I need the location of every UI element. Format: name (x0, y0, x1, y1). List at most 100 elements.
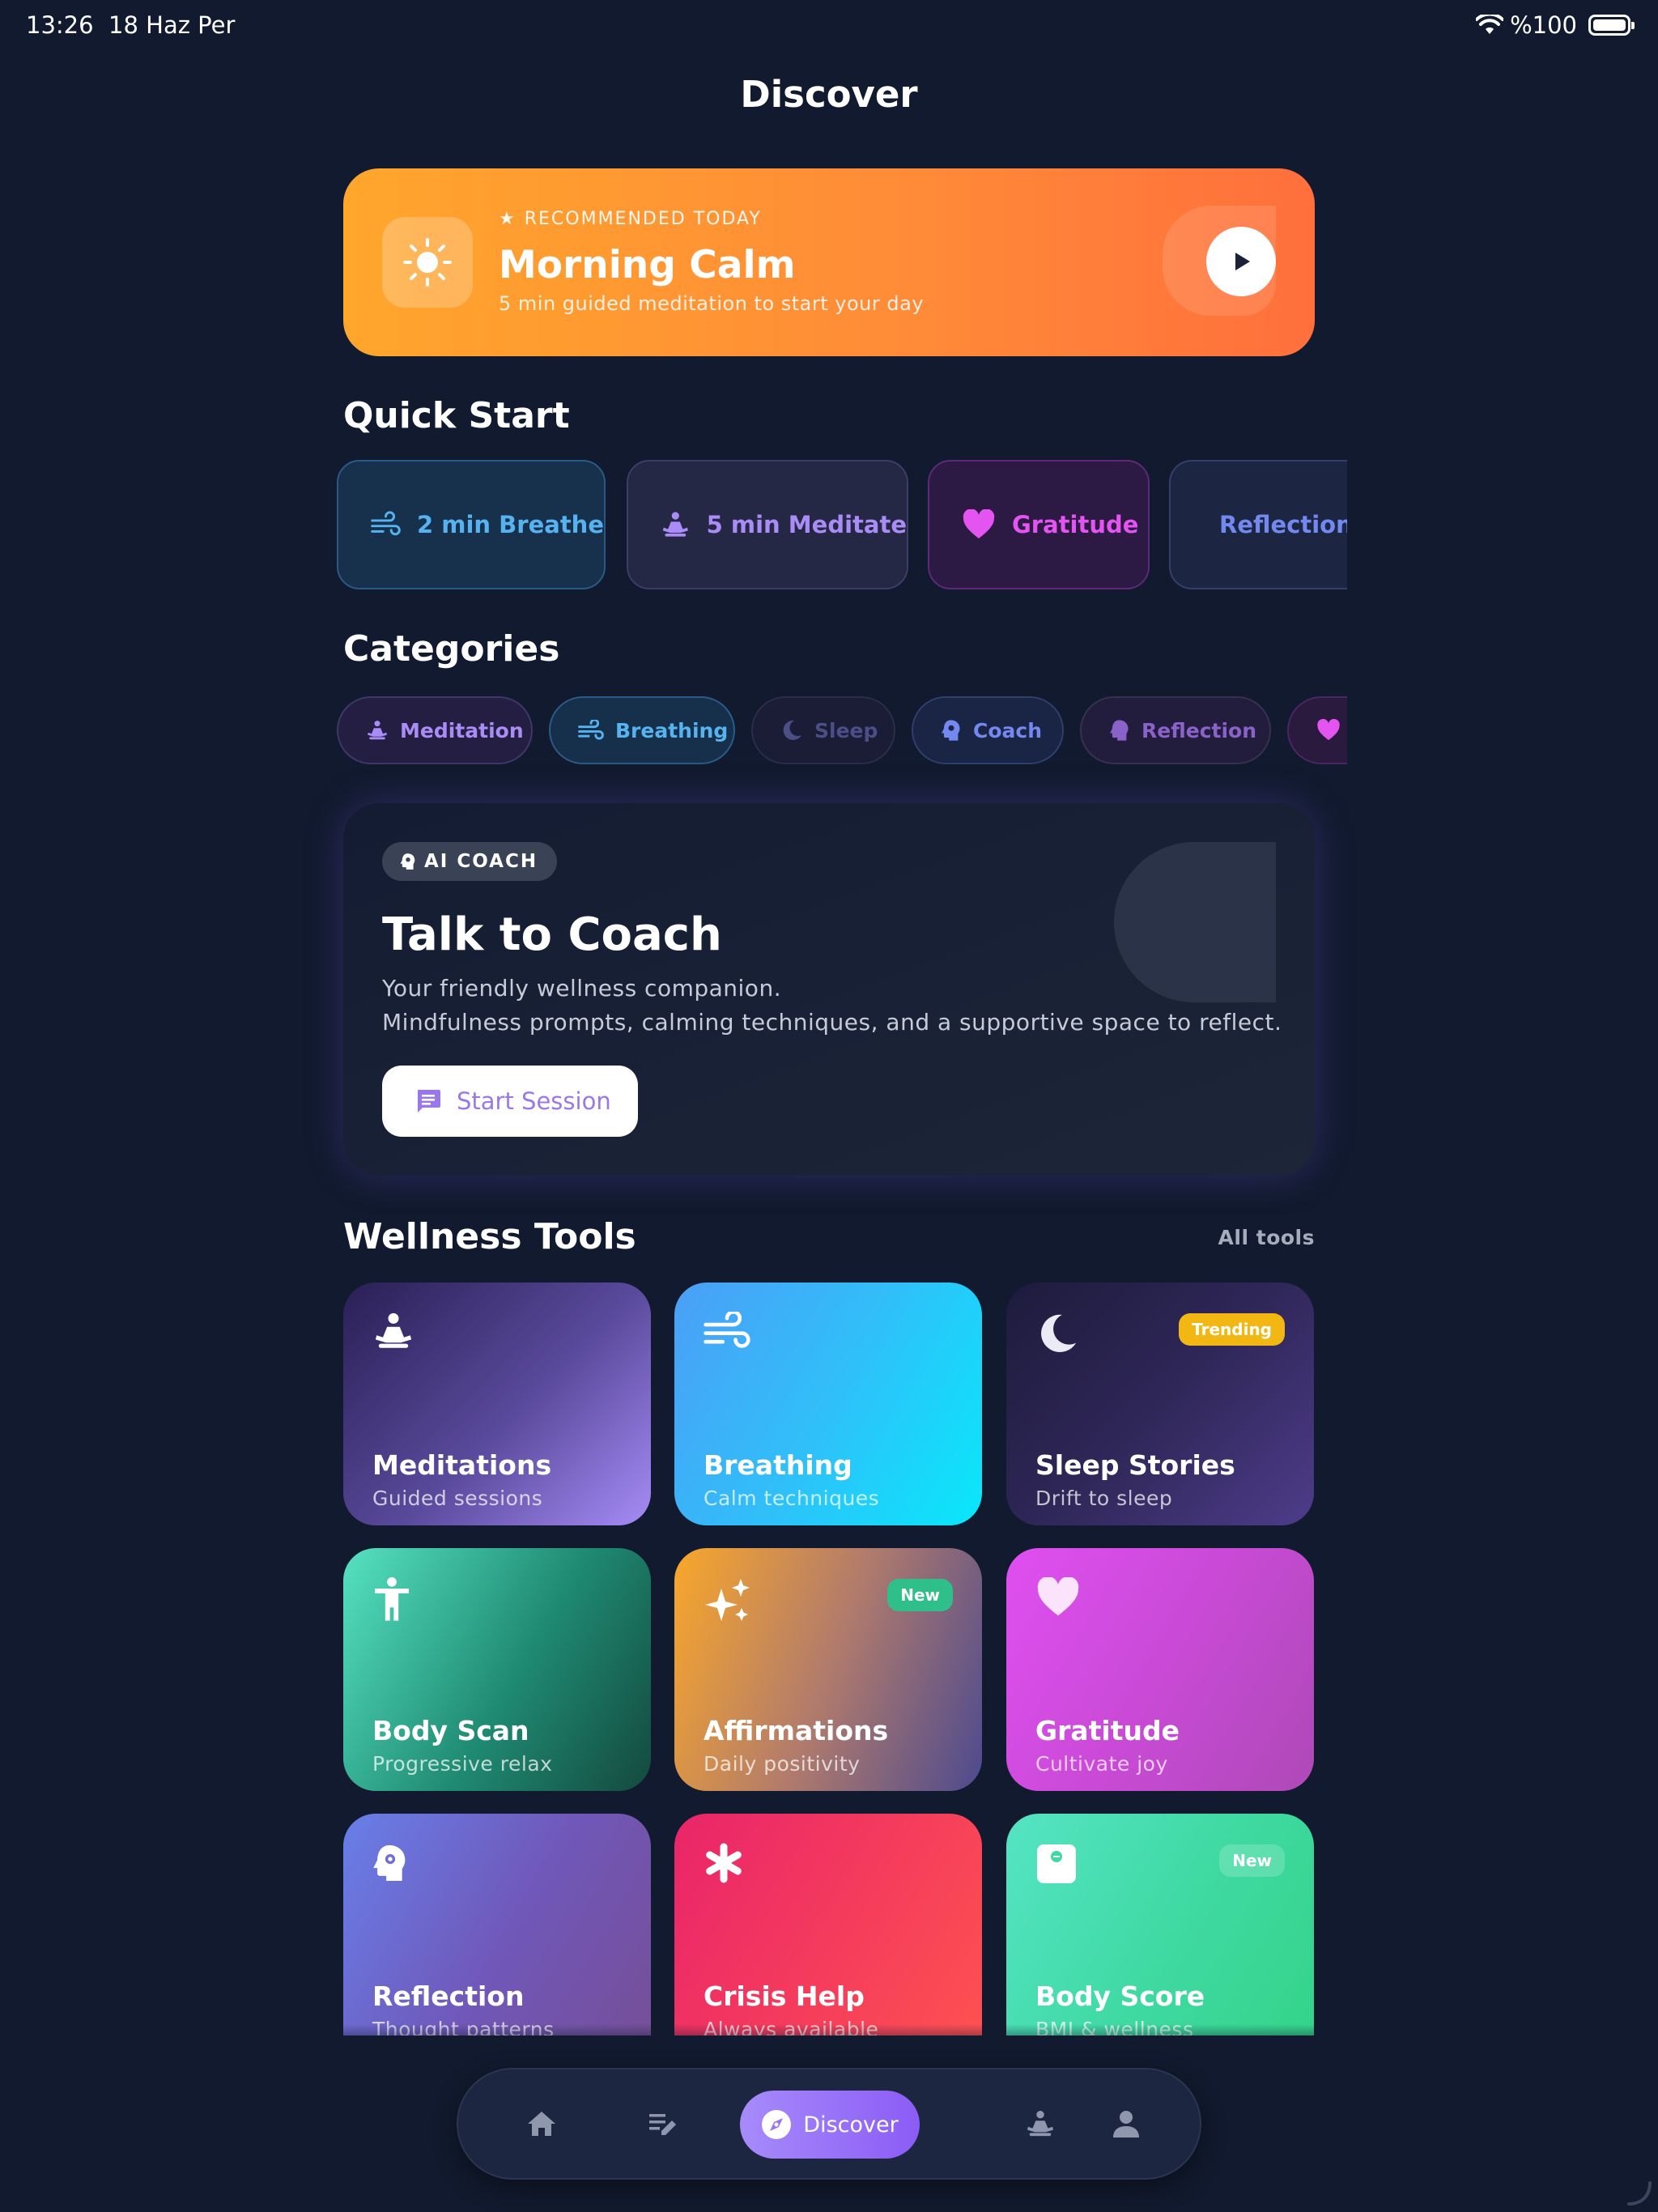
categories-title: Categories (343, 628, 560, 670)
start-session-button[interactable]: Start Session (382, 1066, 638, 1137)
meditation-icon (1027, 2110, 1054, 2137)
tool-title: Affirmations (704, 1715, 889, 1746)
category-reflection[interactable]: Reflection (1080, 696, 1271, 764)
quick-start-label: 5 min Meditate (706, 511, 907, 538)
all-tools-link[interactable]: All tools (1218, 1226, 1315, 1249)
status-date: 18 Haz Per (108, 11, 236, 39)
tool-card-sleep-stories[interactable]: Trending Sleep Stories Drift to sleep (1006, 1283, 1314, 1525)
tool-title: Body Scan (372, 1715, 529, 1746)
heart-icon (963, 509, 995, 538)
meditation-icon (662, 512, 688, 537)
coach-badge-text: AI COACH (424, 851, 538, 872)
sparkles-icon (705, 1579, 750, 1621)
journal-icon (649, 2114, 676, 2135)
nav-home[interactable] (497, 2069, 586, 2178)
quick-start-label: 2 min Breathe (417, 511, 604, 538)
recommended-card[interactable]: ★ RECOMMENDED TODAY Morning Calm 5 min g… (343, 168, 1315, 356)
asterisk-icon (706, 1843, 742, 1883)
play-button[interactable] (1206, 227, 1276, 296)
wind-icon (371, 511, 401, 536)
quick-start-breathe[interactable]: 2 min Breathe (337, 460, 606, 589)
status-indicators: %100 (1476, 11, 1635, 39)
quick-start-gratitude[interactable]: Gratitude (928, 460, 1150, 589)
brain-gear-icon (373, 1845, 406, 1881)
quick-start-meditate[interactable]: 5 min Meditate (627, 460, 908, 589)
tool-title: Gratitude (1035, 1715, 1180, 1746)
moon-icon (1041, 1314, 1077, 1352)
coach-description-detail: Mindfulness prompts, calming techniques,… (382, 1009, 1282, 1036)
category-coach[interactable]: Coach (912, 696, 1064, 764)
status-time-date: 13:26 18 Haz Per (26, 11, 235, 39)
quick-start-label: Gratitude (1012, 511, 1139, 538)
compass-icon (762, 2110, 792, 2139)
wind-icon (578, 720, 604, 740)
category-gratitude[interactable] (1287, 696, 1347, 764)
new-badge: New (887, 1579, 953, 1611)
category-meditation[interactable]: Meditation (337, 696, 533, 764)
nav-discover-label: Discover (803, 2112, 899, 2138)
meditation-icon (368, 721, 387, 740)
tool-title: Crisis Help (704, 1980, 865, 2012)
scroll-fade (0, 2024, 1658, 2057)
status-time: 13:26 (26, 11, 94, 39)
quick-start-reflection[interactable]: Reflection (1169, 460, 1347, 589)
scale-icon (1037, 1844, 1076, 1883)
brain-gear-icon (942, 720, 960, 741)
nav-profile[interactable] (1082, 2069, 1171, 2178)
tool-card-breathing[interactable]: Breathing Calm techniques (674, 1283, 982, 1525)
coach-title: Talk to Coach (382, 908, 722, 961)
quick-start-label: Reflection (1219, 511, 1347, 538)
heart-icon (1037, 1577, 1079, 1616)
nav-journal[interactable] (619, 2069, 708, 2178)
bottom-nav: Discover (457, 2068, 1201, 2180)
tool-title: Meditations (372, 1449, 552, 1481)
sun-icon (403, 238, 452, 287)
resize-corner-icon (1627, 2181, 1652, 2206)
accessibility-icon (375, 1577, 409, 1621)
tool-subtitle: Cultivate joy (1035, 1752, 1168, 1776)
moon-icon (783, 720, 801, 740)
category-breathing[interactable]: Breathing (549, 696, 735, 764)
nav-meditate[interactable] (996, 2069, 1085, 2178)
tool-card-meditations[interactable]: Meditations Guided sessions (343, 1283, 651, 1525)
battery-percent: %100 (1510, 11, 1577, 39)
tool-title: Body Score (1035, 1980, 1205, 2012)
quick-start-title: Quick Start (343, 395, 570, 436)
tool-title: Sleep Stories (1035, 1449, 1235, 1481)
hero-eyebrow: ★ RECOMMENDED TODAY (499, 209, 762, 229)
battery-icon (1588, 15, 1635, 36)
coach-badge: AI COACH (382, 842, 558, 881)
category-sleep[interactable]: Sleep (751, 696, 895, 764)
head-icon (1110, 720, 1129, 741)
tool-subtitle: Progressive relax (372, 1752, 553, 1776)
start-session-label: Start Session (457, 1087, 611, 1115)
hero-subtitle: 5 min guided meditation to start your da… (499, 292, 925, 315)
home-icon (528, 2112, 555, 2136)
tool-card-gratitude[interactable]: Gratitude Cultivate joy (1006, 1548, 1314, 1791)
tool-card-body-score[interactable]: New Body Score BMI & wellness (1006, 1814, 1314, 2035)
chat-icon (418, 1090, 440, 1112)
tool-card-affirmations[interactable]: New Affirmations Daily positivity (674, 1548, 982, 1791)
person-icon (1113, 2111, 1139, 2138)
nav-discover[interactable]: Discover (740, 2091, 920, 2159)
tool-subtitle: Drift to sleep (1035, 1487, 1173, 1510)
brain-gear-icon (400, 853, 415, 870)
heart-icon (1317, 719, 1340, 741)
tool-subtitle: Guided sessions (372, 1487, 543, 1510)
category-label: Coach (973, 718, 1043, 742)
tool-card-crisis-help[interactable]: Crisis Help Always available (674, 1814, 982, 2035)
category-label: Reflection (1141, 718, 1257, 742)
tool-card-reflection[interactable]: Reflection Thought patterns (343, 1814, 651, 2035)
category-label: Breathing (615, 718, 729, 742)
tool-subtitle: Daily positivity (704, 1752, 861, 1776)
trending-badge: Trending (1179, 1313, 1285, 1346)
page-title: Discover (740, 73, 918, 116)
hero-eyebrow-text: RECOMMENDED TODAY (524, 209, 762, 229)
tool-subtitle: Calm techniques (704, 1487, 880, 1510)
tool-card-body-scan[interactable]: Body Scan Progressive relax (343, 1548, 651, 1791)
star-icon: ★ (499, 209, 517, 229)
wifi-icon (1476, 15, 1504, 34)
wellness-tools-title: Wellness Tools (343, 1216, 636, 1257)
wind-icon (704, 1312, 750, 1348)
coach-description: Your friendly wellness companion. (382, 975, 782, 1002)
